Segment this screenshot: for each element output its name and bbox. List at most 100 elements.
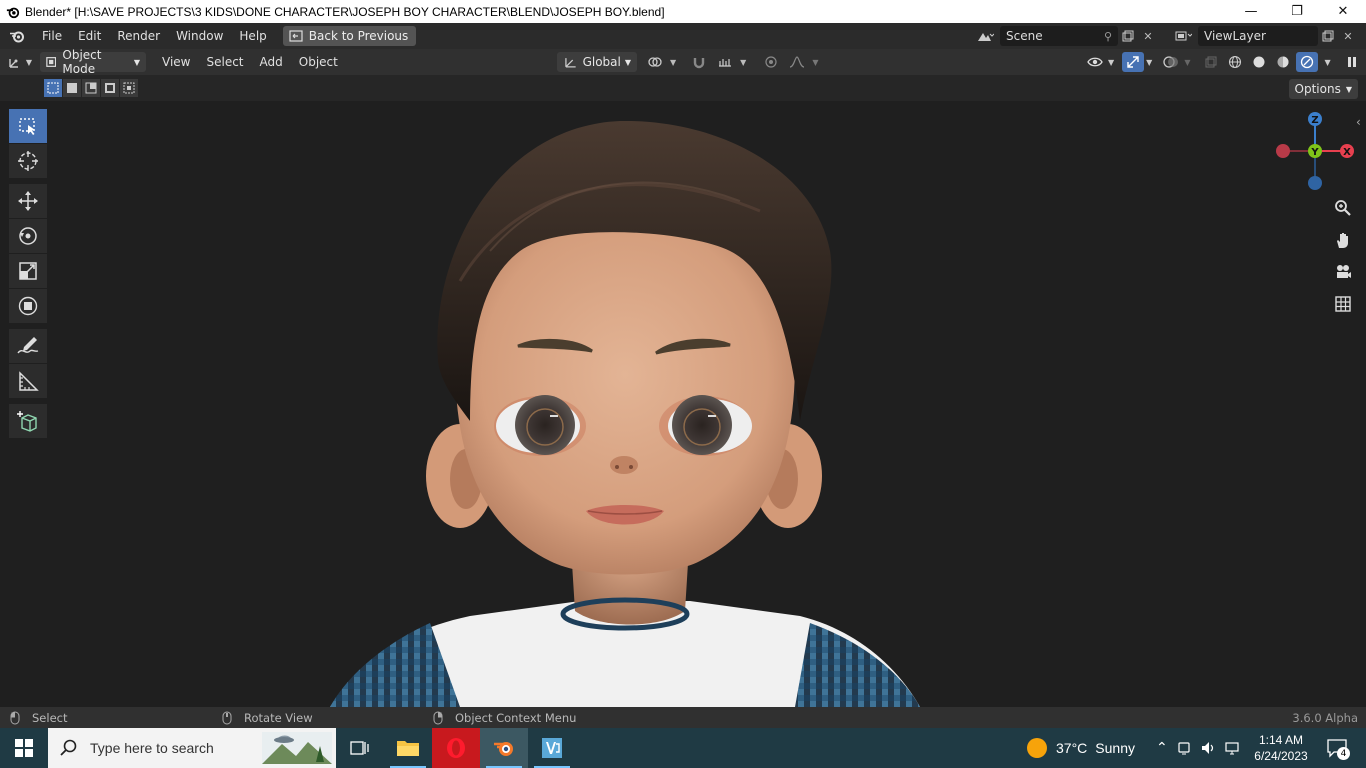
menu-view[interactable]: View xyxy=(154,55,198,69)
navigation-gizmo[interactable]: Z Y X xyxy=(1270,109,1360,199)
network-icon[interactable] xyxy=(1224,740,1240,756)
volume-icon[interactable] xyxy=(1200,740,1216,756)
annotate-tool[interactable] xyxy=(9,329,47,363)
overlays-icon[interactable] xyxy=(1160,52,1182,72)
snap-increment-icon[interactable] xyxy=(714,52,736,72)
options-dropdown[interactable]: Options ▼ xyxy=(1288,79,1358,99)
pivot-point-icon[interactable] xyxy=(644,52,666,72)
cursor-tool[interactable] xyxy=(9,144,47,178)
scene-name-field[interactable]: Scene ⚲ xyxy=(1000,26,1118,46)
mouse-right-icon xyxy=(433,711,443,724)
taskbar-search-box[interactable]: Type here to search xyxy=(48,728,336,768)
menu-object[interactable]: Object xyxy=(291,55,346,69)
search-highlight-image-icon xyxy=(262,732,332,764)
falloff-curve-icon[interactable] xyxy=(786,52,808,72)
add-cube-tool[interactable] xyxy=(9,404,47,438)
orientation-label: Global xyxy=(582,55,621,69)
material-preview-icon[interactable] xyxy=(1272,52,1294,72)
windows-taskbar: Type here to search 37°C Sunny ⌃ 1:14 AM… xyxy=(0,728,1366,768)
back-to-previous-button[interactable]: Back to Previous xyxy=(282,26,417,46)
menu-help[interactable]: Help xyxy=(231,29,274,43)
blender-logo-icon xyxy=(6,7,20,18)
pan-hand-icon[interactable] xyxy=(1330,227,1356,253)
blender-app-icon xyxy=(494,742,513,756)
object-mode-icon xyxy=(46,57,57,67)
move-tool[interactable] xyxy=(9,184,47,218)
camera-view-icon[interactable] xyxy=(1330,259,1356,285)
menu-edit[interactable]: Edit xyxy=(70,29,109,43)
select-difference-icon[interactable] xyxy=(101,79,119,97)
scale-tool[interactable] xyxy=(9,254,47,288)
navigation-tools xyxy=(1330,195,1356,317)
delete-viewlayer-icon[interactable]: ✕ xyxy=(1338,26,1358,46)
delete-scene-icon[interactable]: ✕ xyxy=(1138,26,1158,46)
solid-shading-icon[interactable] xyxy=(1248,52,1270,72)
blender-taskbar-button[interactable] xyxy=(480,728,528,768)
opera-browser-button[interactable] xyxy=(432,728,480,768)
chevron-down-icon: ▼ xyxy=(133,57,140,67)
ruler-icon xyxy=(19,371,39,391)
select-box-icon xyxy=(19,118,35,135)
new-scene-icon[interactable] xyxy=(1118,26,1138,46)
object-mode-dropdown[interactable]: Object Mode ▼ xyxy=(40,48,146,76)
meet-now-icon[interactable] xyxy=(1176,740,1192,756)
start-button[interactable] xyxy=(0,728,48,768)
notification-center-button[interactable]: 4 xyxy=(1322,733,1352,763)
select-extend-icon[interactable] xyxy=(63,79,81,97)
pause-render-icon[interactable] xyxy=(1341,52,1363,72)
blender-version: 3.6.0 Alpha xyxy=(1292,710,1358,725)
visual-studio-button[interactable] xyxy=(528,728,576,768)
menu-select[interactable]: Select xyxy=(198,55,251,69)
menu-file[interactable]: File xyxy=(34,29,70,43)
select-new-icon[interactable] xyxy=(44,79,62,97)
visual-studio-icon xyxy=(542,738,562,758)
menu-window[interactable]: Window xyxy=(168,29,231,43)
menu-add[interactable]: Add xyxy=(252,55,291,69)
maximize-button[interactable]: ❐ xyxy=(1274,0,1320,23)
rendered-shading-icon[interactable] xyxy=(1296,52,1319,72)
chevron-down-icon: ▼ xyxy=(624,57,631,67)
new-viewlayer-icon[interactable] xyxy=(1318,26,1338,46)
rotate-tool[interactable] xyxy=(9,219,47,253)
scene-browse-icon[interactable] xyxy=(970,26,1000,46)
chevron-down-icon: ▼ xyxy=(1146,57,1153,67)
task-view-button[interactable] xyxy=(336,728,384,768)
wireframe-shading-icon[interactable] xyxy=(1224,52,1246,72)
visibility-eye-icon[interactable] xyxy=(1084,52,1106,72)
select-box-tool[interactable] xyxy=(9,109,47,143)
select-subtract-icon[interactable] xyxy=(82,79,100,97)
grid-projection-icon[interactable] xyxy=(1330,291,1356,317)
zoom-icon[interactable] xyxy=(1330,195,1356,221)
annotate-pencil-icon xyxy=(17,337,39,354)
menu-render[interactable]: Render xyxy=(109,29,168,43)
notification-count: 4 xyxy=(1337,747,1350,760)
left-toolbar xyxy=(9,109,47,439)
sun-icon xyxy=(1027,738,1047,758)
weather-description: Sunny xyxy=(1095,740,1135,756)
transform-tool[interactable] xyxy=(9,289,47,323)
weather-widget[interactable]: 37°C Sunny xyxy=(1026,737,1135,759)
select-intersect-icon[interactable] xyxy=(120,79,138,97)
pin-icon[interactable]: ⚲ xyxy=(1104,30,1112,43)
blender-menu-icon[interactable] xyxy=(0,29,34,43)
viewlayer-browse-icon[interactable] xyxy=(1168,26,1198,46)
viewport-header: ▼ Object Mode ▼ View Select Add Object G… xyxy=(0,48,1366,76)
character-render xyxy=(330,120,920,707)
system-clock[interactable]: 1:14 AM 6/24/2023 xyxy=(1250,732,1312,764)
scene-name: Scene xyxy=(1006,29,1043,43)
chevron-up-icon[interactable]: ⌃ xyxy=(1156,740,1168,756)
gizmo-toggle-icon[interactable] xyxy=(1122,52,1145,72)
xray-toggle-icon[interactable] xyxy=(1200,52,1222,72)
pivot-snap-group: ▼ ▼ ▼ xyxy=(644,52,818,72)
file-explorer-button[interactable] xyxy=(384,728,432,768)
proportional-editing-icon[interactable] xyxy=(760,52,782,72)
3d-viewport[interactable]: ‹ Z Y X xyxy=(0,101,1366,707)
close-button[interactable]: ✕ xyxy=(1320,0,1366,23)
status-bar: Select Rotate View Object Context Menu 3… xyxy=(0,707,1366,728)
viewlayer-name-field[interactable]: ViewLayer xyxy=(1198,26,1318,46)
snap-magnet-icon[interactable] xyxy=(688,52,710,72)
transform-orientation-dropdown[interactable]: Global ▼ xyxy=(557,52,637,72)
editor-type-selector[interactable]: ▼ xyxy=(0,55,40,69)
minimize-button[interactable]: — xyxy=(1228,0,1274,23)
measure-tool[interactable] xyxy=(9,364,47,398)
